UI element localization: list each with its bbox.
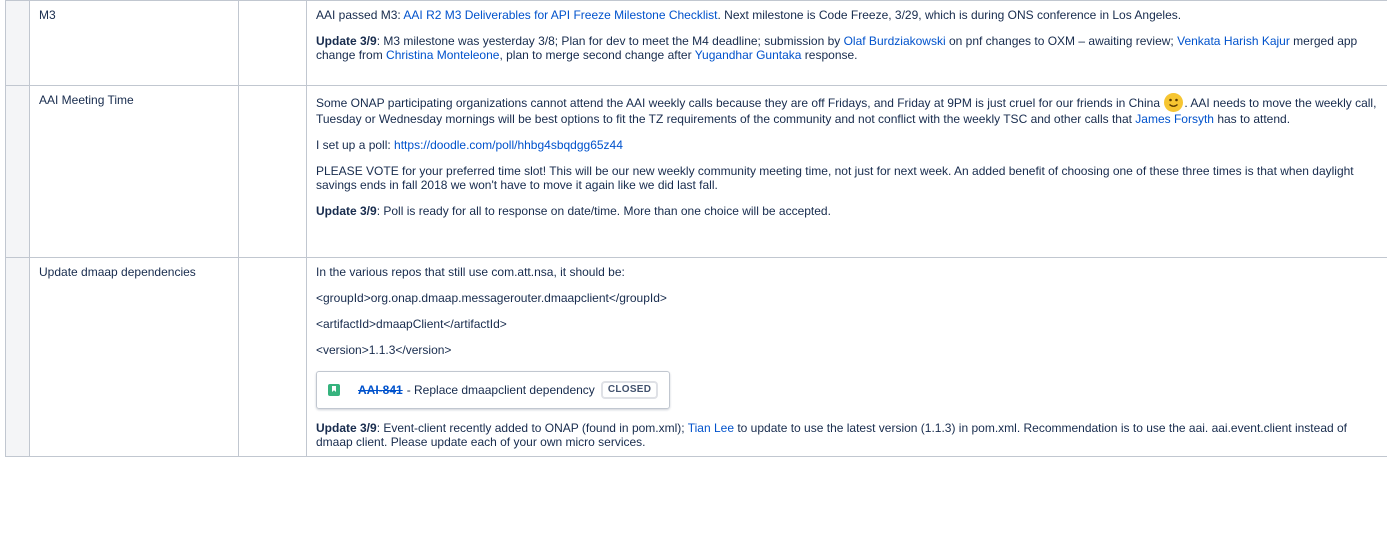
user-link-christina[interactable]: Christina Monteleone xyxy=(386,48,499,62)
user-link-yugandhar[interactable]: Yugandhar Guntaka xyxy=(695,48,802,62)
topic-cell: AAI Meeting Time xyxy=(29,85,239,258)
user-link-olaf[interactable]: Olaf Burdziakowski xyxy=(844,34,946,48)
user-link-tian[interactable]: Tian Lee xyxy=(688,421,734,435)
jira-issue-key-link[interactable]: AAI-841 xyxy=(358,383,403,397)
m3-intro: AAI passed M3: AAI R2 M3 Deliverables fo… xyxy=(316,8,1182,22)
table-row: Update dmaap dependencies In the various… xyxy=(5,257,1387,457)
m3-checklist-link[interactable]: AAI R2 M3 Deliverables for API Freeze Mi… xyxy=(403,8,717,22)
owner-cell xyxy=(238,85,307,258)
update-label: Update 3/9 xyxy=(316,421,377,435)
m3-update: Update 3/9: M3 milestone was yesterday 3… xyxy=(316,34,1358,62)
version-line: <version>1.1.3</version> xyxy=(316,343,452,357)
row-number-cell xyxy=(5,85,30,258)
notes-cell: Some ONAP participating organizations ca… xyxy=(306,85,1387,258)
dmaap-update: Update 3/9: Event-client recently added … xyxy=(316,421,1348,449)
smile-emoji-icon xyxy=(1164,93,1184,112)
poll-link[interactable]: https://doodle.com/poll/hhbg4sbqdgg65z44 xyxy=(394,138,623,152)
meeting-time-paragraph: Some ONAP participating organizations ca… xyxy=(316,93,1378,126)
notes-cell: AAI passed M3: AAI R2 M3 Deliverables fo… xyxy=(306,0,1387,86)
dmaap-intro: In the various repos that still use com.… xyxy=(316,265,625,279)
user-link-james[interactable]: James Forsyth xyxy=(1135,112,1214,126)
status-badge: CLOSED xyxy=(600,381,659,399)
groupid-line: <groupId>org.onap.dmaap.messagerouter.dm… xyxy=(316,291,667,305)
user-link-venkata[interactable]: Venkata Harish Kajur xyxy=(1177,34,1290,48)
poll-paragraph: I set up a poll: https://doodle.com/poll… xyxy=(316,138,623,152)
row-number-cell xyxy=(5,0,30,86)
table-row: M3 AAI passed M3: AAI R2 M3 Deliverables… xyxy=(5,0,1387,86)
notes-cell: In the various repos that still use com.… xyxy=(306,257,1387,457)
topic-cell: M3 xyxy=(29,0,239,86)
jira-issue-summary: - Replace dmaapclient dependency xyxy=(406,383,595,397)
update-label: Update 3/9 xyxy=(316,204,377,218)
owner-cell xyxy=(238,257,307,457)
topic-cell: Update dmaap dependencies xyxy=(29,257,239,457)
row-number-cell xyxy=(5,257,30,457)
jira-issue-card[interactable]: AAI-841 - Replace dmaapclient dependency… xyxy=(316,371,671,409)
update-label: Update 3/9 xyxy=(316,34,377,48)
meeting-update: Update 3/9: Poll is ready for all to res… xyxy=(316,204,831,218)
table-row: AAI Meeting Time Some ONAP participating… xyxy=(5,85,1387,258)
owner-cell xyxy=(238,0,307,86)
artifactid-line: <artifactId>dmaapClient</artifactId> xyxy=(316,317,507,331)
story-bookmark-icon xyxy=(328,384,340,396)
minutes-table: M3 AAI passed M3: AAI R2 M3 Deliverables… xyxy=(5,0,1387,457)
vote-paragraph: PLEASE VOTE for your preferred time slot… xyxy=(316,164,1354,192)
